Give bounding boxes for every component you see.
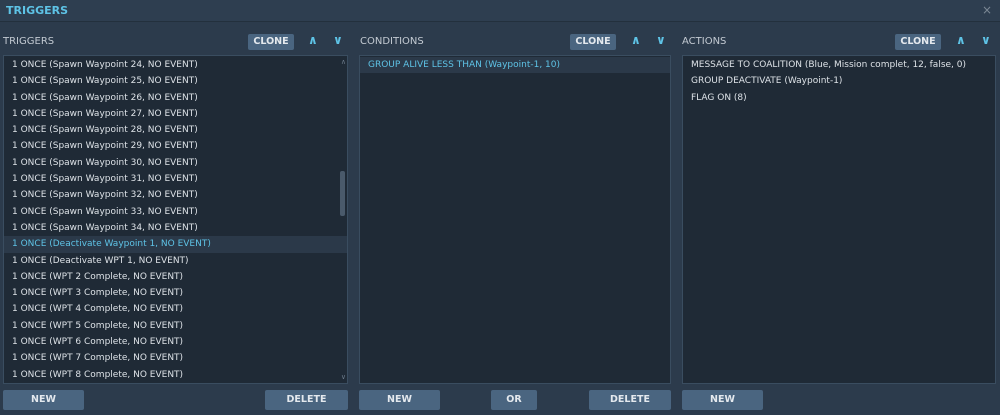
- title-bar: TRIGGERS ×: [0, 0, 1000, 22]
- scroll-down-icon[interactable]: ∨: [341, 373, 346, 381]
- triggers-clone-button[interactable]: CLONE: [248, 34, 294, 50]
- conditions-move-up-icon[interactable]: ∧: [631, 33, 641, 47]
- list-item[interactable]: 1 ONCE (Spawn Waypoint 33, NO EVENT): [4, 204, 347, 220]
- list-item[interactable]: 1 ONCE (Deactivate WPT 1, NO EVENT): [4, 253, 347, 269]
- conditions-list[interactable]: GROUP ALIVE LESS THAN (Waypoint-1, 10): [359, 55, 671, 384]
- list-item[interactable]: 1 ONCE (Spawn Waypoint 24, NO EVENT): [4, 57, 347, 73]
- triggers-move-down-icon[interactable]: ∨: [333, 33, 343, 47]
- list-item[interactable]: FLAG ON (8): [683, 90, 995, 106]
- list-item[interactable]: 1 ONCE (Spawn Waypoint 27, NO EVENT): [4, 106, 347, 122]
- list-item[interactable]: 1 ONCE (Spawn Waypoint 34, NO EVENT): [4, 220, 347, 236]
- actions-clone-button[interactable]: CLONE: [895, 34, 941, 50]
- conditions-new-button[interactable]: NEW: [359, 390, 440, 410]
- list-item[interactable]: GROUP DEACTIVATE (Waypoint-1): [683, 73, 995, 89]
- conditions-header: CONDITIONS: [360, 36, 424, 47]
- triggers-new-button[interactable]: NEW: [3, 390, 84, 410]
- list-item[interactable]: 1 ONCE (Spawn Waypoint 31, NO EVENT): [4, 171, 347, 187]
- conditions-clone-button[interactable]: CLONE: [570, 34, 616, 50]
- scrollbar-thumb[interactable]: [340, 171, 345, 216]
- actions-move-down-icon[interactable]: ∨: [981, 33, 991, 47]
- list-item[interactable]: 1 ONCE (WPT 3 Complete, NO EVENT): [4, 285, 347, 301]
- list-item[interactable]: 1 ONCE (Deactivate Waypoint 1, NO EVENT): [4, 236, 347, 253]
- list-item[interactable]: 1 ONCE (Spawn Waypoint 29, NO EVENT): [4, 138, 347, 154]
- conditions-delete-button[interactable]: DELETE: [589, 390, 671, 410]
- list-item[interactable]: 1 ONCE (Spawn Waypoint 32, NO EVENT): [4, 187, 347, 203]
- triggers-list[interactable]: 1 ONCE (Spawn Waypoint 24, NO EVENT) 1 ON…: [3, 55, 348, 384]
- list-item[interactable]: 1 ONCE (WPT 5 Complete, NO EVENT): [4, 318, 347, 334]
- list-item[interactable]: 1 ONCE (WPT 2 Complete, NO EVENT): [4, 269, 347, 285]
- actions-list[interactable]: MESSAGE TO COALITION (Blue, Mission comp…: [682, 55, 996, 384]
- list-item[interactable]: 1 ONCE (Spawn Waypoint 25, NO EVENT): [4, 73, 347, 89]
- list-item[interactable]: 1 ONCE (WPT 6 Complete, NO EVENT): [4, 334, 347, 350]
- triggers-move-up-icon[interactable]: ∧: [308, 33, 318, 47]
- list-item[interactable]: 1 ONCE (Spawn Waypoint 30, NO EVENT): [4, 155, 347, 171]
- close-icon[interactable]: ×: [982, 3, 992, 17]
- list-item[interactable]: 1 ONCE (Spawn Waypoint 26, NO EVENT): [4, 90, 347, 106]
- actions-new-button[interactable]: NEW: [682, 390, 763, 410]
- list-item[interactable]: 1 ONCE (WPT 8 Complete, NO EVENT): [4, 367, 347, 383]
- actions-move-up-icon[interactable]: ∧: [956, 33, 966, 47]
- list-item[interactable]: GROUP ALIVE LESS THAN (Waypoint-1, 10): [360, 57, 670, 74]
- window-title: TRIGGERS: [6, 4, 69, 17]
- conditions-or-button[interactable]: OR: [491, 390, 537, 410]
- list-item[interactable]: 1 ONCE (WPT 7 Complete, NO EVENT): [4, 350, 347, 366]
- list-item[interactable]: 1 ONCE (Spawn Waypoint 28, NO EVENT): [4, 122, 347, 138]
- triggers-delete-button[interactable]: DELETE: [265, 390, 348, 410]
- actions-header: ACTIONS: [682, 36, 727, 47]
- triggers-header: TRIGGERS: [3, 36, 55, 47]
- scroll-up-icon[interactable]: ∧: [341, 58, 346, 66]
- conditions-move-down-icon[interactable]: ∨: [656, 33, 666, 47]
- list-item[interactable]: MESSAGE TO COALITION (Blue, Mission comp…: [683, 57, 995, 73]
- list-item[interactable]: 1 ONCE (WPT 4 Complete, NO EVENT): [4, 301, 347, 317]
